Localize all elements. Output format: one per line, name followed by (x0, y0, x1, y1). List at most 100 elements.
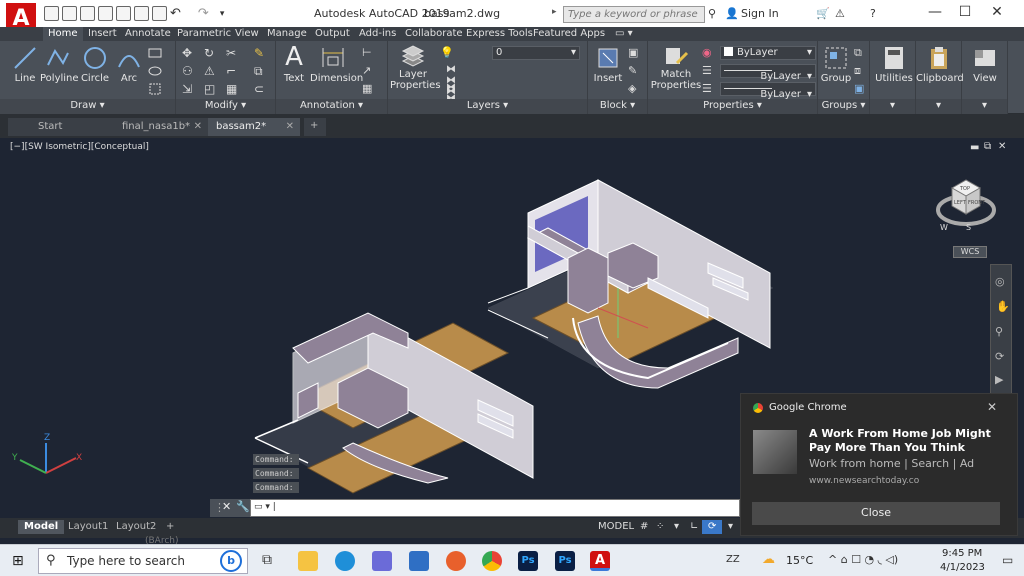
notification-close-button[interactable]: Close (752, 502, 1000, 525)
search-expand-icon[interactable]: ▸ (552, 7, 557, 17)
cart-icon[interactable]: 🛒 (816, 7, 830, 20)
view-tool[interactable]: View (966, 45, 1004, 84)
system-tray-icons[interactable]: ^ ⌂ ☐ ◔ ◟ ◁) (828, 553, 898, 566)
autocad-taskbar-icon[interactable]: A (590, 551, 610, 571)
tab-layout2[interactable]: Layout2 (110, 520, 162, 534)
help-icon[interactable]: ? (870, 7, 876, 20)
tab-output[interactable]: Output (310, 27, 355, 41)
web-save-icon[interactable] (134, 6, 149, 21)
linear-dimension-icon[interactable]: ⊢ (362, 46, 376, 59)
redo-icon[interactable]: ↷ (198, 6, 209, 21)
edit-block-icon[interactable]: ✎ (628, 64, 642, 77)
photoshop-second-icon[interactable]: Ps (555, 551, 575, 571)
firefox-icon[interactable] (446, 551, 466, 571)
move-icon[interactable]: ✥ (182, 46, 196, 60)
steering-wheel-icon[interactable]: ◎ (995, 275, 1005, 288)
stretch-icon[interactable]: ⇲ (182, 82, 196, 96)
rotate-icon[interactable]: ↻ (204, 46, 218, 60)
sign-in-link[interactable]: Sign In (741, 7, 779, 20)
dismiss-notification-icon[interactable]: ✕ (987, 400, 997, 414)
tab-layout1[interactable]: Layout1 (62, 520, 114, 534)
layer-properties-tool[interactable]: Layer Properties (390, 45, 441, 91)
polar-tracking-icon[interactable]: ⟳ (702, 520, 723, 534)
match-properties-tool[interactable]: Match Properties (650, 45, 702, 91)
tab-home[interactable]: Home (43, 27, 83, 41)
store-icon[interactable] (372, 551, 392, 571)
zoom-icon[interactable]: ⚲ (995, 325, 1003, 338)
groups-panel-title[interactable]: Groups ▾ (818, 99, 869, 114)
leader-icon[interactable]: ↗ (362, 64, 376, 77)
snap-dropdown-icon[interactable]: ▾ (668, 520, 685, 534)
draw-panel-title[interactable]: Draw ▾ (0, 99, 175, 114)
help-search-input[interactable]: Type a keyword or phrase (563, 6, 705, 23)
autodesk-a360-icon[interactable]: ⚠ (835, 7, 845, 20)
block-attribute-icon[interactable]: ◈ (628, 82, 642, 95)
wcs-menu[interactable]: WCS (953, 246, 987, 258)
add-layout-button[interactable]: + (160, 520, 180, 534)
utilities-tool[interactable]: Utilities (874, 45, 914, 84)
group-edit-icon[interactable]: ⧈ (854, 64, 868, 77)
save-as-icon[interactable] (98, 6, 113, 21)
trim-icon[interactable]: ✂ (226, 46, 240, 60)
group-tool[interactable]: Group (820, 45, 852, 84)
task-view-icon[interactable]: ⧉ (262, 552, 272, 568)
weather-temperature[interactable]: 15°C (786, 554, 813, 567)
group-select-icon[interactable]: ▣ (854, 82, 868, 95)
notification-center-icon[interactable]: ▭ (1002, 553, 1013, 567)
tab-express-tools[interactable]: Express Tools (461, 27, 538, 41)
clock-date[interactable]: 4/1/2023 (940, 562, 985, 573)
mirror-icon[interactable]: ⚠ (204, 64, 218, 78)
orbit-icon[interactable]: ⟳ (995, 350, 1004, 363)
fillet-icon[interactable]: ⌐ (226, 64, 240, 78)
tab-manage[interactable]: Manage (262, 27, 312, 41)
insert-block-tool[interactable]: Insert (592, 45, 624, 84)
clipboard-panel-title[interactable]: ▾ (916, 99, 961, 114)
open-file-icon[interactable] (62, 6, 77, 21)
windows-start-icon[interactable]: ⊞ (12, 553, 24, 569)
viewcube[interactable]: TOP LEFT FRONT W S (936, 179, 996, 232)
photoshop-icon[interactable]: Ps (518, 551, 538, 571)
ungroup-icon[interactable]: ⧉ (854, 46, 868, 59)
polar-dropdown-icon[interactable]: ▾ (722, 520, 739, 534)
close-window-button[interactable]: ✕ (983, 4, 1011, 22)
clock-time[interactable]: 9:45 PM (942, 548, 982, 559)
chrome-taskbar-icon[interactable] (482, 551, 502, 571)
copy-icon[interactable]: ⚇ (182, 64, 196, 78)
view-panel-title[interactable]: ▾ (962, 99, 1007, 114)
web-open-icon[interactable] (116, 6, 131, 21)
undo-icon[interactable]: ↶ (170, 6, 181, 21)
line-tool[interactable]: Line (8, 45, 42, 84)
layer-state-icon[interactable]: ⧓ ⧓ ⧓ ⧓ ⧓ (446, 64, 460, 119)
tab-featured-apps[interactable]: Featured Apps (528, 27, 610, 41)
weather-icon[interactable]: ☁ (762, 552, 775, 567)
pan-icon[interactable]: ✋ (996, 300, 1010, 313)
polyline-tool[interactable]: Polyline (40, 45, 79, 84)
tab-model[interactable]: Model (18, 520, 65, 534)
clipboard-tool[interactable]: Clipboard (916, 45, 964, 84)
annotation-panel-title[interactable]: Annotation ▾ (276, 99, 387, 114)
color-dropdown[interactable]: ByLayer ▾ (720, 46, 816, 60)
plot-icon[interactable] (152, 6, 167, 21)
minimize-button[interactable]: — (921, 4, 949, 22)
modify-panel-title[interactable]: Modify ▾ (176, 99, 275, 114)
doc-tab-final-nasa1b[interactable]: final_nasa1b* ✕ (102, 118, 208, 136)
explode-icon[interactable]: ⧉ (254, 64, 268, 78)
close-command-icon[interactable]: ✕ (222, 500, 231, 513)
command-input[interactable]: ▭ ▾ | (250, 499, 740, 517)
mail-icon[interactable] (409, 551, 429, 571)
dimension-tool[interactable]: Dimension (310, 45, 363, 84)
doc-tab-bassam2[interactable]: bassam2* ✕ (208, 118, 300, 136)
rectangle-icon[interactable] (148, 47, 162, 59)
new-tab-button[interactable]: + (304, 118, 326, 136)
tab-add-ins[interactable]: Add-ins (354, 27, 401, 41)
ribbon-options-icon[interactable]: ▭ ▾ (610, 27, 638, 41)
table-icon[interactable]: ▦ (362, 82, 376, 95)
new-file-icon[interactable] (44, 6, 59, 21)
hatch-icon[interactable] (148, 65, 162, 77)
bing-icon[interactable]: b (220, 550, 242, 572)
utilities-panel-title[interactable]: ▾ (870, 99, 915, 114)
text-tool[interactable]: A Text (280, 43, 308, 84)
linetype-dropdown[interactable]: ByLayer ▾ (720, 64, 816, 82)
layers-panel-title[interactable]: Layers ▾ (388, 99, 587, 114)
showmotion-icon[interactable]: ▶ (995, 373, 1003, 386)
